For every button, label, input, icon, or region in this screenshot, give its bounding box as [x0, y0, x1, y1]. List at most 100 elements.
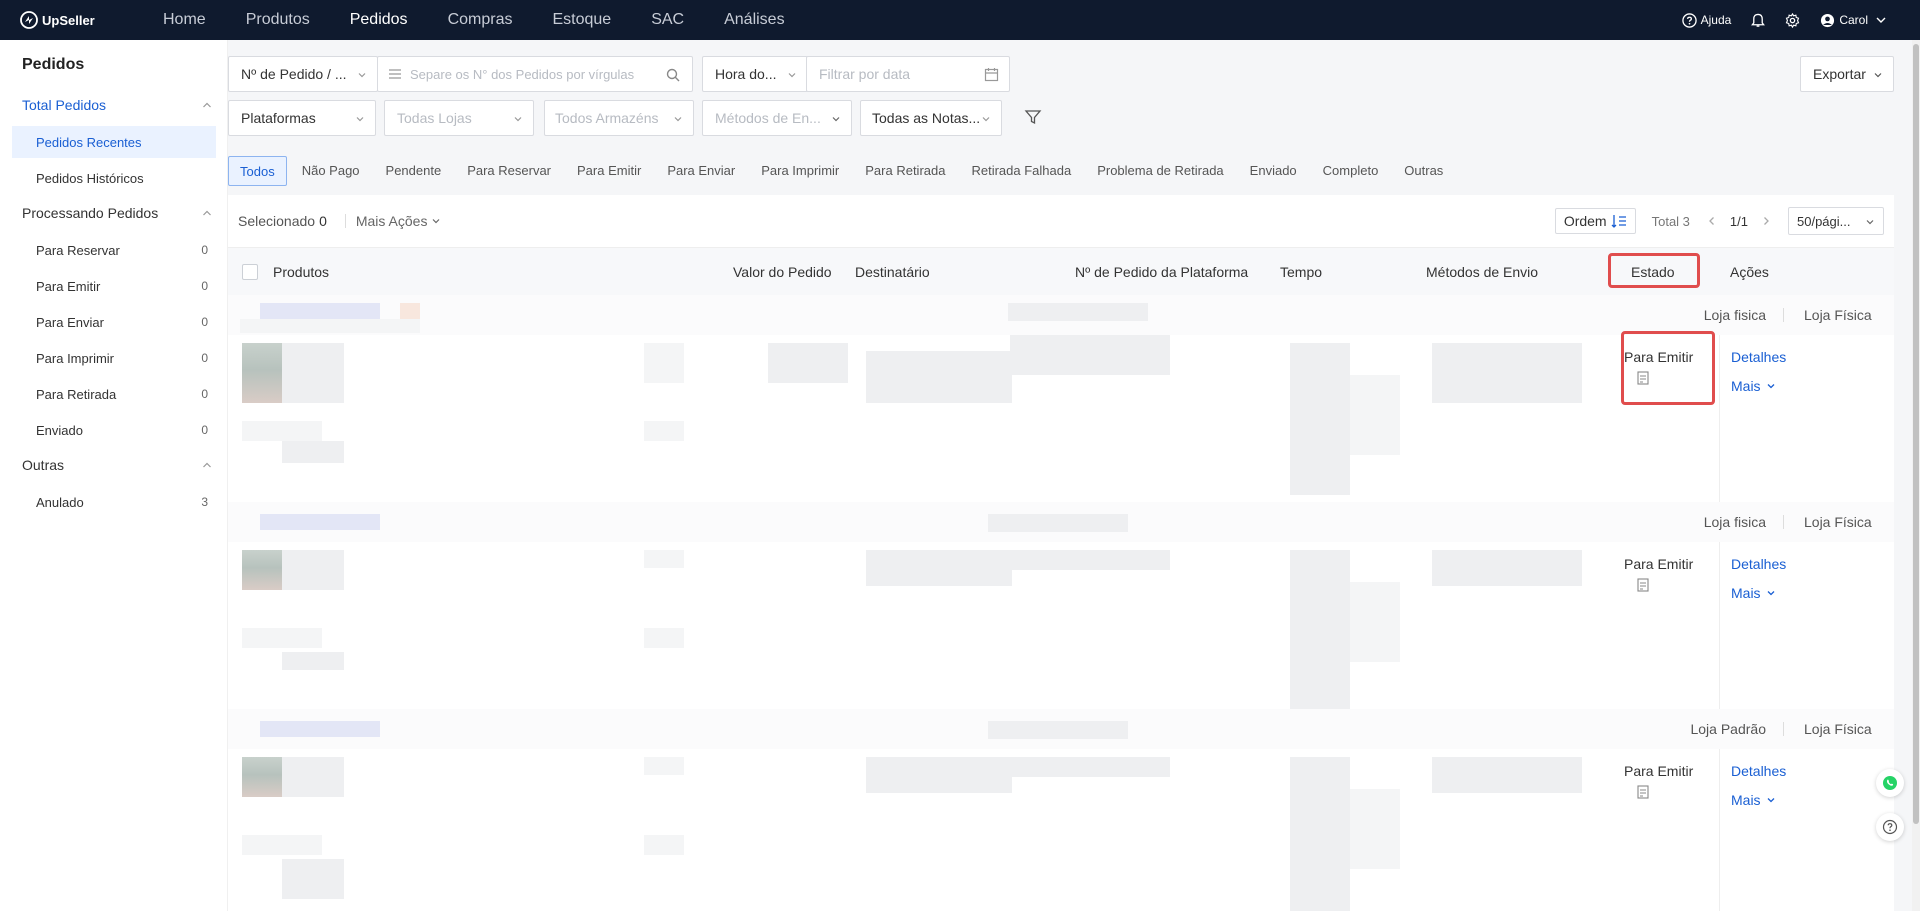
sidebar-item-para-enviar[interactable]: Para Enviar 0 [12, 306, 216, 338]
header-platform-order: Nº de Pedido da Plataforma [1075, 264, 1249, 280]
sidebar-item-para-reservar[interactable]: Para Reservar 0 [12, 234, 216, 266]
next-page-button[interactable] [1758, 213, 1774, 229]
blurred-content [644, 757, 684, 775]
order-type-value: Nº de Pedido / ... [241, 66, 347, 82]
sidebar-group-label: Total Pedidos [22, 97, 107, 113]
notifications-button[interactable] [1751, 13, 1766, 28]
date-placeholder: Filtrar por data [819, 66, 911, 82]
tab-para-imprimir[interactable]: Para Imprimir [750, 156, 850, 186]
select-all-checkbox[interactable] [242, 264, 258, 280]
sidebar-item-para-imprimir[interactable]: Para Imprimir 0 [12, 342, 216, 374]
toolbar-divider [344, 214, 346, 228]
nav-estoque[interactable]: Estoque [552, 11, 611, 29]
more-actions-link[interactable]: Mais [1731, 792, 1776, 808]
nav-analises[interactable]: Análises [724, 11, 784, 29]
order-type-select[interactable]: Nº de Pedido / ... [228, 56, 378, 92]
tab-enviado[interactable]: Enviado [1239, 156, 1308, 186]
sidebar-item-pedidos-recentes[interactable]: Pedidos Recentes [12, 126, 216, 158]
notes-value: Todas as Notas... [872, 110, 981, 126]
brand-name: UpSeller [42, 12, 95, 28]
tab-nao-pago[interactable]: Não Pago [291, 156, 371, 186]
tab-para-reservar[interactable]: Para Reservar [456, 156, 562, 186]
settings-button[interactable] [1785, 12, 1800, 28]
shipping-methods-select[interactable]: Métodos de En... [702, 100, 852, 136]
status-tabs: Todos Não Pago Pendente Para Reservar Pa… [228, 156, 1458, 186]
nav-pedidos[interactable]: Pedidos [350, 11, 408, 29]
filter-icon [1024, 110, 1042, 125]
more-actions-dropdown[interactable]: Mais Ações [356, 213, 442, 229]
advanced-filter-button[interactable] [1024, 108, 1042, 129]
export-button[interactable]: Exportar [1800, 56, 1894, 92]
store-divider [1783, 515, 1784, 529]
help-icon [1681, 12, 1697, 28]
search-input[interactable]: Separe os N° dos Pedidos por vírgulas [377, 56, 693, 92]
tab-para-retirada[interactable]: Para Retirada [854, 156, 956, 186]
sidebar-item-pedidos-historicos[interactable]: Pedidos Históricos [12, 162, 216, 194]
export-label: Exportar [1813, 66, 1866, 82]
blurred-content [988, 514, 1128, 532]
tab-outras[interactable]: Outras [1393, 156, 1454, 186]
time-type-select[interactable]: Hora do... [702, 56, 808, 92]
order-header: Loja Padrão Loja Física [228, 709, 1894, 749]
sidebar-item-enviado[interactable]: Enviado 0 [12, 414, 216, 446]
sidebar-group-total[interactable]: Total Pedidos [22, 97, 212, 113]
brand-logo[interactable]: UpSeller [20, 11, 140, 29]
sidebar-item-count: 3 [201, 495, 208, 509]
blurred-content [644, 628, 684, 648]
upseller-logo-icon [20, 11, 38, 29]
sort-order-button[interactable]: Ordem [1554, 208, 1636, 234]
tab-para-emitir[interactable]: Para Emitir [566, 156, 652, 186]
details-link[interactable]: Detalhes [1731, 556, 1786, 572]
tab-retirada-falhada[interactable]: Retirada Falhada [960, 156, 1082, 186]
page-scrollbar[interactable] [1912, 40, 1920, 911]
tab-completo[interactable]: Completo [1312, 156, 1390, 186]
warehouses-select[interactable]: Todos Armazéns [544, 100, 694, 136]
details-link[interactable]: Detalhes [1731, 349, 1786, 365]
notes-select[interactable]: Todas as Notas... [860, 100, 1002, 136]
document-icon[interactable] [1636, 578, 1650, 592]
scrollbar-thumb[interactable] [1913, 44, 1919, 824]
tab-problema-de-retirada[interactable]: Problema de Retirada [1086, 156, 1234, 186]
gear-icon [1786, 12, 1800, 28]
whatsapp-button[interactable] [1876, 769, 1904, 797]
help-float-button[interactable] [1876, 813, 1904, 841]
user-menu[interactable]: Carol [1820, 13, 1892, 28]
top-nav: UpSeller Home Produtos Pedidos Compras E… [0, 0, 1920, 40]
search-icon[interactable] [666, 68, 680, 82]
document-icon[interactable] [1636, 785, 1650, 799]
more-actions-link[interactable]: Mais [1731, 585, 1776, 601]
sidebar-group-outras[interactable]: Outras [22, 457, 212, 473]
column-divider [1719, 542, 1720, 709]
sidebar-item-para-retirada[interactable]: Para Retirada 0 [12, 378, 216, 410]
nav-home[interactable]: Home [163, 11, 206, 29]
sidebar-group-label: Processando Pedidos [22, 205, 159, 221]
blurred-content [768, 343, 848, 383]
product-thumbnail [242, 550, 282, 590]
prev-page-button[interactable] [1704, 213, 1720, 229]
stores-select[interactable]: Todas Lojas [384, 100, 534, 136]
details-link[interactable]: Detalhes [1731, 763, 1786, 779]
sidebar-group-processando[interactable]: Processando Pedidos [22, 205, 212, 221]
more-label: Mais [1731, 585, 1761, 601]
help-link[interactable]: Ajuda [1681, 12, 1731, 28]
tab-todos[interactable]: Todos [228, 156, 287, 186]
page-size-select[interactable]: 50/pági... [1788, 207, 1884, 235]
platforms-select[interactable]: Plataformas [228, 100, 376, 136]
sidebar-item-para-emitir[interactable]: Para Emitir 0 [12, 270, 216, 302]
chevron-down-icon [356, 117, 364, 122]
sort-icon [1611, 215, 1626, 228]
blurred-content [1010, 757, 1170, 777]
nav-compras[interactable]: Compras [448, 11, 513, 29]
sidebar-item-label: Para Retirada [36, 386, 117, 402]
date-filter-input[interactable]: Filtrar por data [806, 56, 1010, 92]
sidebar-item-anulado[interactable]: Anulado 3 [12, 486, 216, 518]
nav-sac[interactable]: SAC [651, 11, 684, 29]
nav-produtos[interactable]: Produtos [246, 11, 310, 29]
blurred-content [282, 343, 344, 403]
store-type: Loja Física [1804, 721, 1872, 737]
calendar-icon [984, 68, 999, 82]
list-icon [389, 69, 401, 79]
more-actions-link[interactable]: Mais [1731, 378, 1776, 394]
tab-para-enviar[interactable]: Para Enviar [656, 156, 746, 186]
tab-pendente[interactable]: Pendente [375, 156, 453, 186]
